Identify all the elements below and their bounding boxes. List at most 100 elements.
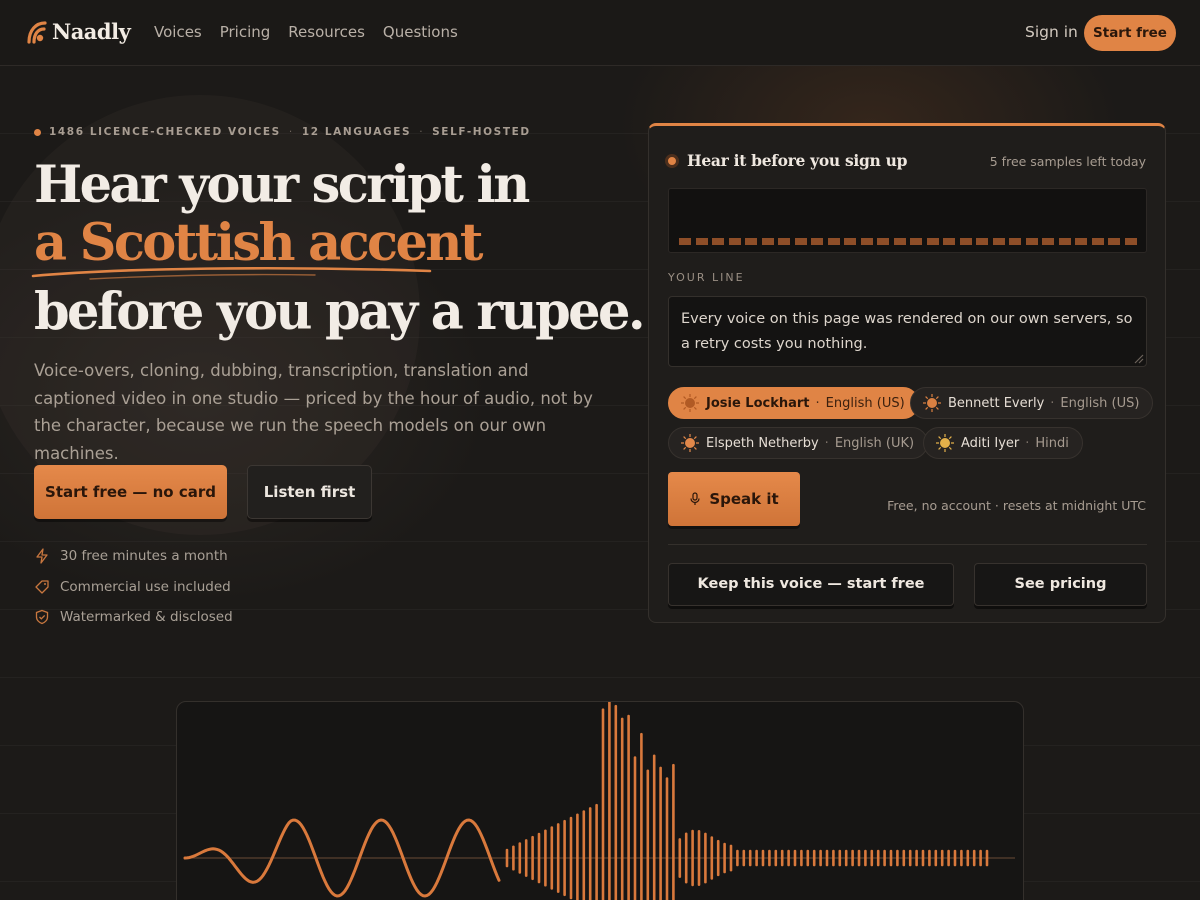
voice-name: Elspeth Netherby — [706, 435, 819, 451]
eyebrow-dot — [34, 128, 41, 136]
voice-chip-bennett-everly[interactable]: Bennett Everly · English (US) — [910, 387, 1154, 419]
waveform-bar — [679, 238, 691, 245]
chip-separator: · — [815, 395, 820, 411]
voice-avatar-icon — [936, 434, 954, 452]
voice-avatar-icon — [681, 394, 699, 412]
voice-chip-aditi-iyer[interactable]: Aditi Iyer · Hindi — [923, 427, 1083, 459]
hero-description: Voice-overs, cloning, dubbing, transcrip… — [34, 361, 593, 463]
waveform-bar — [745, 238, 757, 245]
shield-icon — [35, 610, 49, 625]
waveform-bar — [992, 238, 1005, 245]
chip-separator: · — [1025, 435, 1030, 451]
waveform-bar — [910, 238, 922, 245]
waveform-bar — [695, 238, 708, 245]
nav-link-questions[interactable]: Questions — [383, 23, 458, 41]
script-line-input[interactable]: Every voice on this page was rendered on… — [668, 296, 1147, 367]
waveform-showcase — [176, 701, 1024, 900]
perk-item: Commercial use included — [34, 572, 233, 603]
eyebrow-languages: 12 LANGUAGES — [301, 126, 412, 138]
microphone-icon — [690, 492, 700, 505]
waveform-bar — [893, 238, 906, 245]
see-pricing-button[interactable]: See pricing — [974, 563, 1147, 606]
waveform-bar — [811, 238, 823, 245]
nav-link-resources[interactable]: Resources — [288, 23, 365, 41]
your-line-label: YOUR LINE — [668, 271, 745, 284]
perk-text: 30 free minutes a month — [60, 548, 228, 565]
waveform-bar — [877, 238, 889, 245]
waveform-bar — [976, 238, 988, 245]
waveform-bar — [844, 238, 856, 245]
script-line-text: Every voice on this page was rendered on… — [681, 311, 1133, 352]
speak-it-button[interactable]: Speak it — [668, 472, 800, 526]
listen-first-button[interactable]: Listen first — [247, 465, 372, 519]
keep-voice-start-free-button[interactable]: Keep this voice — start free — [668, 563, 954, 606]
voice-name: Bennett Everly — [948, 395, 1045, 411]
speak-note: Free, no account · resets at midnight UT… — [887, 498, 1146, 513]
voice-chip-elspeth-netherby[interactable]: Elspeth Netherby · English (UK) — [668, 427, 929, 459]
chip-separator: · — [1050, 395, 1055, 411]
eyebrow-voices: 1486 LICENCE-CHECKED VOICES — [49, 126, 281, 138]
headline-line-3: before you pay a rupee. — [34, 282, 646, 342]
voice-language: English (US) — [825, 395, 905, 411]
nav-start-free-button[interactable]: Start free — [1084, 15, 1176, 51]
tag-icon — [35, 580, 49, 594]
voice-name: Aditi Iyer — [961, 435, 1020, 451]
waveform-bar — [1124, 238, 1137, 245]
sign-in-link[interactable]: Sign in — [1025, 23, 1078, 41]
voice-demo-card: Hear it before you sign up 5 free sample… — [648, 123, 1166, 623]
waveform-bar — [943, 238, 955, 245]
waveform-bar — [1075, 238, 1087, 245]
waveform-bars — [679, 238, 1137, 245]
demo-header: Hear it before you sign up — [665, 151, 907, 170]
lightning-icon — [36, 548, 48, 564]
waveform-bar — [728, 238, 741, 245]
logo-mark-icon — [27, 20, 47, 44]
voice-language: English (UK) — [834, 435, 915, 451]
start-free-no-card-button[interactable]: Start free — no card — [34, 465, 227, 519]
waveform-bar — [959, 238, 972, 245]
headline-line-1: Hear your script in — [34, 155, 530, 215]
resize-grip-icon[interactable] — [1132, 352, 1144, 364]
eyebrow-separator: · — [419, 126, 425, 138]
top-nav: Naadly Voices Pricing Resources Question… — [0, 0, 1200, 66]
waveform-bar — [712, 238, 724, 245]
eyebrow-self-hosted: SELF-HOSTED — [432, 126, 531, 138]
voice-avatar-icon — [681, 434, 699, 452]
hero-eyebrow: 1486 LICENCE-CHECKED VOICES · 12 LANGUAG… — [34, 126, 531, 138]
logo[interactable]: Naadly — [26, 19, 131, 44]
waveform-bar — [1058, 238, 1071, 245]
chip-separator: · — [824, 435, 829, 451]
nav-links: Voices Pricing Resources Questions — [154, 23, 458, 41]
waveform-bar — [1025, 238, 1038, 245]
perk-item: 30 free minutes a month — [34, 541, 233, 572]
waveform-bar — [1009, 238, 1021, 245]
perks-list: 30 free minutes a month Commercial use i… — [34, 541, 233, 633]
voice-name: Josie Lockhart — [706, 395, 810, 411]
waveform-bar — [778, 238, 790, 245]
demo-title: Hear it before you sign up — [687, 151, 908, 170]
waveform-bar — [827, 238, 840, 245]
nav-link-pricing[interactable]: Pricing — [220, 23, 271, 41]
nav-link-voices[interactable]: Voices — [154, 23, 202, 41]
waveform-bar — [1091, 238, 1104, 245]
waveform-bar — [761, 238, 774, 245]
voice-chip-josie-lockhart[interactable]: Josie Lockhart · English (US) — [668, 387, 919, 419]
samples-left-counter: 5 free samples left today — [989, 154, 1146, 169]
brand-name: Naadly — [52, 19, 131, 44]
playback-waveform — [668, 188, 1147, 253]
perk-item: Watermarked & disclosed — [34, 602, 233, 633]
voice-language: English (US) — [1060, 395, 1140, 411]
eyebrow-separator: · — [288, 126, 294, 138]
waveform-bar — [794, 238, 807, 245]
waveform-bar — [1108, 238, 1120, 245]
waveform-bar — [860, 238, 873, 245]
voice-language: Hindi — [1035, 435, 1069, 451]
speak-it-label: Speak it — [709, 490, 779, 508]
waveform-illustration — [183, 702, 1015, 900]
waveform-bar — [1042, 238, 1054, 245]
perk-text: Watermarked & disclosed — [60, 609, 233, 626]
record-dot-icon — [665, 153, 679, 168]
perk-text: Commercial use included — [60, 578, 231, 595]
headline-underline — [31, 266, 432, 280]
waveform-bar — [926, 238, 939, 245]
